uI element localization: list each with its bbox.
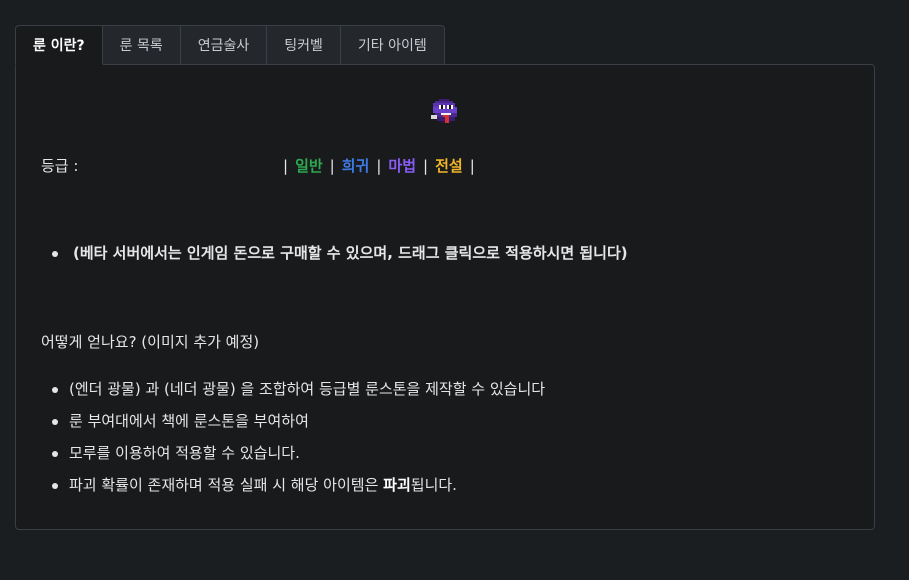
grade-label: 등급 : <box>41 157 79 175</box>
grade-rare: 희귀 <box>341 157 370 175</box>
tab-tinkerbell[interactable]: 팅커벨 <box>267 25 341 65</box>
tab-bar: 룬 이란? 룬 목록 연금술사 팅커벨 기타 아이템 <box>15 25 445 65</box>
tab-rune-list[interactable]: 룬 목록 <box>102 25 181 65</box>
tab-content-panel: 등급 : | 일반 | 희귀 | 마법 | 전설 | (베타 서버에서는 인게임… <box>15 64 875 530</box>
list-item: (엔더 광물) 과 (네더 광물) 을 조합하여 등급별 룬스톤을 제작할 수 … <box>41 373 545 405</box>
beta-note-list: (베타 서버에서는 인게임 돈으로 구매할 수 있으며, 드래그 클릭으로 적용… <box>41 237 628 269</box>
list-item: 룬 부여대에서 책에 룬스톤을 부여하여 <box>41 405 545 437</box>
tab-what-is-rune[interactable]: 룬 이란? <box>15 25 103 65</box>
rune-stone-icon <box>431 99 457 123</box>
grade-separator: | <box>376 156 382 175</box>
grade-separator: | <box>283 156 289 175</box>
grade-separator: | <box>329 156 335 175</box>
list-item: 파괴 확률이 존재하며 적용 실패 시 해당 아이템은 파괴됩니다. <box>41 469 545 501</box>
grade-separator: | <box>423 156 429 175</box>
tab-alchemist[interactable]: 연금술사 <box>180 25 268 65</box>
destroy-warning-suffix: 됩니다. <box>410 476 457 494</box>
tab-other-items[interactable]: 기타 아이템 <box>340 25 445 65</box>
list-item: 모루를 이용하여 적용할 수 있습니다. <box>41 437 545 469</box>
grade-levels: | 일반 | 희귀 | 마법 | 전설 | <box>276 155 482 176</box>
destroy-warning-prefix: 파괴 확률이 존재하며 적용 실패 시 해당 아이템은 <box>69 476 384 494</box>
grade-magic: 마법 <box>388 157 417 175</box>
grade-common: 일반 <box>295 157 323 175</box>
grade-legendary: 전설 <box>435 157 463 175</box>
how-to-get-list: (엔더 광물) 과 (네더 광물) 을 조합하여 등급별 룬스톤을 제작할 수 … <box>41 373 545 501</box>
grade-separator: | <box>469 156 475 175</box>
destroy-keyword: 파괴 <box>383 476 411 494</box>
how-to-get-title: 어떻게 얻나요? (이미지 추가 예정) <box>41 333 260 351</box>
beta-note: (베타 서버에서는 인게임 돈으로 구매할 수 있으며, 드래그 클릭으로 적용… <box>41 237 628 269</box>
